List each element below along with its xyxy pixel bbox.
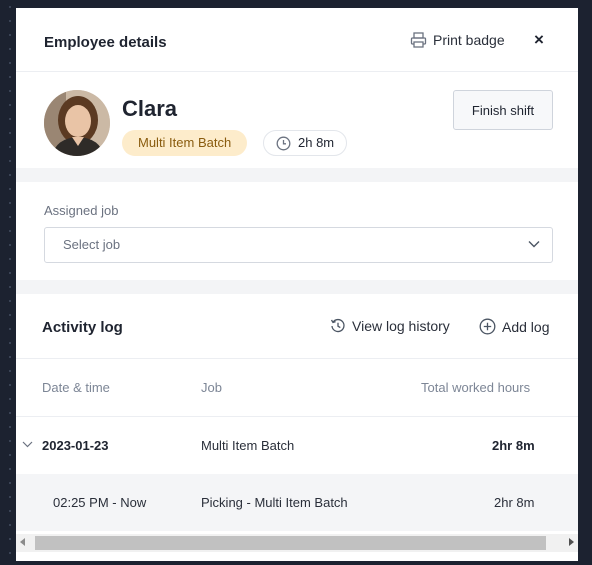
activity-log-title: Activity log <box>42 319 123 336</box>
row-hours: 2hr 8m <box>492 438 535 453</box>
print-badge-label: Print badge <box>433 32 505 48</box>
clock-icon <box>276 136 291 150</box>
row-job: Picking - Multi Item Batch <box>201 495 348 510</box>
scroll-right-icon[interactable] <box>569 538 574 546</box>
divider <box>16 168 578 182</box>
scrollbar-thumb[interactable] <box>35 536 546 550</box>
assigned-job-label: Assigned job <box>44 203 119 218</box>
time-badge: 2h 8m <box>263 130 348 156</box>
avatar <box>44 90 110 156</box>
close-icon[interactable]: × <box>534 30 544 50</box>
plus-circle-icon <box>479 318 496 335</box>
employee-details-panel: Employee details Print badge × Clara Mul… <box>16 8 578 561</box>
printer-icon <box>410 32 427 48</box>
row-date: 02:25 PM - Now <box>53 495 147 510</box>
table-row[interactable]: 2023-01-23 Multi Item Batch 2hr 8m <box>16 417 578 474</box>
add-log-label: Add log <box>502 318 550 335</box>
employee-name: Clara <box>122 96 178 121</box>
add-log-button[interactable]: Add log <box>479 318 549 335</box>
job-badge: Multi Item Batch <box>122 130 248 156</box>
column-header-hours: Total worked hours <box>421 380 531 395</box>
column-header-date: Date & time <box>42 380 110 395</box>
divider <box>16 280 578 294</box>
job-select[interactable]: Select job <box>44 227 553 263</box>
row-job: Multi Item Batch <box>201 438 295 453</box>
row-date: 2023-01-23 <box>42 438 109 453</box>
horizontal-scrollbar[interactable] <box>16 534 578 552</box>
finish-shift-button[interactable]: Finish shift <box>453 90 553 130</box>
scroll-left-icon[interactable] <box>20 538 25 546</box>
job-select-placeholder: Select job <box>63 237 121 252</box>
view-log-history-button[interactable]: View log history <box>330 318 450 334</box>
employee-summary: Clara Multi Item Batch 2h 8m Finish shif… <box>16 72 578 182</box>
divider <box>16 358 578 359</box>
column-header-job: Job <box>201 380 222 395</box>
view-log-history-label: View log history <box>352 318 450 334</box>
print-badge-button[interactable]: Print badge <box>410 32 505 48</box>
panel-header: Employee details Print badge × <box>16 8 578 72</box>
row-hours: 2hr 8m <box>494 495 535 510</box>
history-icon <box>330 318 345 333</box>
time-badge-label: 2h 8m <box>298 135 335 150</box>
chevron-expand-icon[interactable] <box>22 441 33 448</box>
chevron-down-icon <box>528 241 540 248</box>
panel-title: Employee details <box>44 34 167 51</box>
background-dots <box>9 0 11 565</box>
table-row[interactable]: 02:25 PM - Now Picking - Multi Item Batc… <box>16 474 578 531</box>
